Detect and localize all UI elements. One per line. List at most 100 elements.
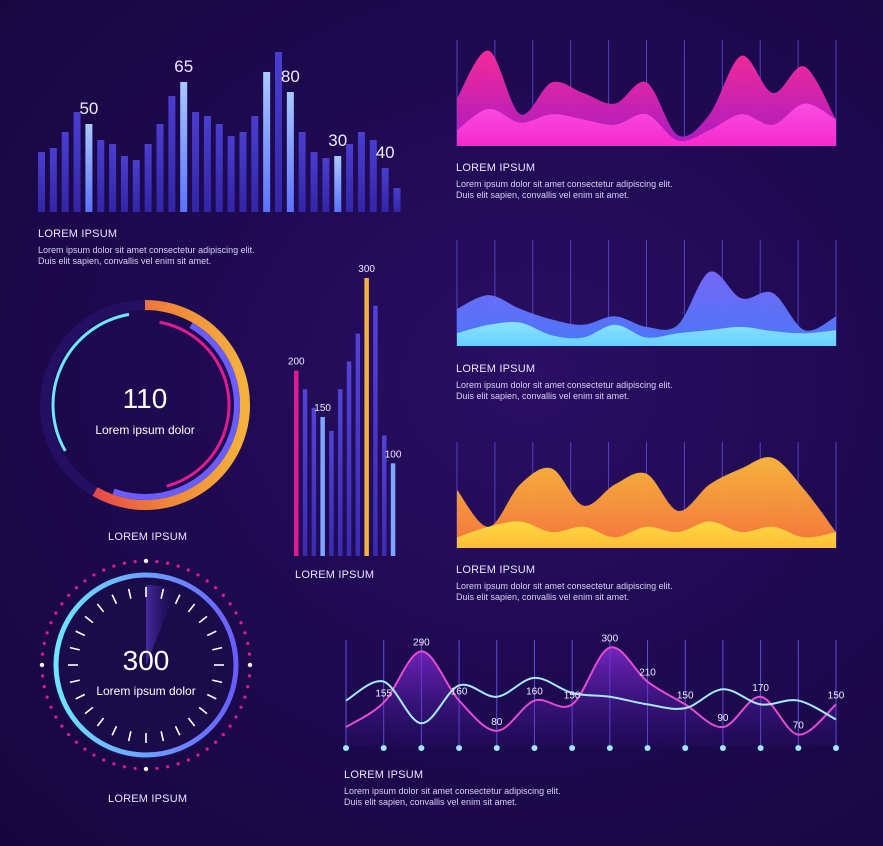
- chart-title: LOREM IPSUM: [456, 363, 536, 375]
- dial-gauge: 300 Lorem ipsum dolor LOREM IPSUM: [39, 558, 260, 815]
- bar: [73, 112, 81, 212]
- area-chart-blue: LOREM IPSUM Lorem ipsum dolor sit amet c…: [450, 230, 850, 410]
- bar: [346, 361, 352, 556]
- bar: [49, 148, 57, 212]
- data-label: 300: [602, 634, 619, 645]
- dial-outer-dot: [83, 747, 87, 751]
- dial-outer-dot: [60, 602, 64, 606]
- bar: [322, 158, 330, 212]
- dial-outer-dot: [186, 568, 190, 572]
- bar: [156, 124, 164, 212]
- ring-gauge: 110 Lorem ipsum dolor LOREM IPSUM: [40, 295, 260, 555]
- area-chart-gold-svg: [456, 442, 837, 548]
- data-label: 200: [288, 357, 305, 368]
- data-label: 65: [174, 57, 193, 76]
- dial-outer-dot: [102, 568, 106, 572]
- dial-outer-dot: [112, 762, 116, 766]
- dial-outer-dot: [155, 766, 159, 771]
- dial-outer-dot: [239, 705, 243, 709]
- area-chart-magenta: LOREM IPSUM Lorem ipsum dolor sit amet c…: [450, 30, 850, 210]
- dial-outer-dot: [133, 766, 137, 771]
- chart-description-line-2: Duis elit sapien, convallis vel enim sit…: [344, 797, 518, 807]
- bar: [168, 96, 176, 212]
- bar: [192, 112, 200, 212]
- dial-outer-dot: [239, 621, 243, 625]
- area-chart-gold: LOREM IPSUM Lorem ipsum dolor sit amet c…: [450, 432, 850, 612]
- dial-outer-dot: [83, 579, 87, 583]
- dial-cardinal-dot: [143, 766, 149, 772]
- bar: [320, 417, 325, 556]
- dial-outer-dot: [228, 602, 232, 606]
- dial-outer-dot: [40, 652, 45, 656]
- dial-outer-dot: [247, 674, 252, 678]
- bar: [251, 116, 259, 212]
- data-label: 150: [828, 690, 845, 701]
- dial-outer-dot: [92, 753, 96, 757]
- data-label: 80: [281, 67, 300, 86]
- dial-outer-dot: [196, 753, 200, 757]
- bar: [286, 92, 294, 212]
- chart-title: LOREM IPSUM: [456, 564, 536, 576]
- bar: [355, 333, 361, 556]
- dial-outer-dot: [166, 561, 170, 565]
- bottom-line-chart-svg: 155 290 160 80 160 150 300 210 150 90 170 70 150: [343, 634, 845, 751]
- data-label: 160: [526, 687, 543, 698]
- bar: [85, 124, 93, 212]
- gauge-caption: Lorem ipsum dolor: [96, 684, 196, 698]
- dial-outer-dot: [234, 611, 238, 615]
- dial-outer-dot: [74, 740, 79, 744]
- chart-description-line-1: Lorem ipsum dolor sit amet consectetur a…: [456, 179, 673, 189]
- dial-outer-dot: [60, 724, 64, 728]
- bottom-line-chart: 155 290 160 80 160 150 300 210 150 90 170 70 150 LOR…: [330, 630, 850, 820]
- data-label: 160: [451, 687, 468, 698]
- dial-outer-dot: [92, 573, 96, 577]
- dial-outer-dot: [196, 573, 200, 577]
- dial-outer-dot: [246, 685, 250, 689]
- dial-outer-dot: [102, 758, 106, 762]
- gauge-value: 300: [122, 645, 170, 676]
- data-label: 210: [639, 668, 656, 679]
- bar: [97, 140, 105, 212]
- data-label: 70: [793, 721, 805, 732]
- dial-outer-dot: [54, 715, 58, 719]
- middle-bar-chart: 200 150 300 100 LOREM IPSUM: [280, 260, 430, 590]
- bar: [357, 132, 365, 212]
- chart-title: LOREM IPSUM: [456, 162, 536, 174]
- gauge-title: LOREM IPSUM: [108, 793, 188, 805]
- bar: [373, 305, 378, 556]
- gauge-title: LOREM IPSUM: [108, 531, 188, 543]
- data-label: 80: [491, 717, 503, 728]
- top-bar-chart: 50 65 80 30 40 LOREM IPSUM Lorem ipsum dolor…: [0, 0, 430, 280]
- chart-description-line-2: Duis elit sapien, convallis vel enim sit…: [456, 592, 630, 602]
- bar: [338, 389, 343, 556]
- dial-outer-dot: [176, 564, 180, 568]
- middle-bar-chart-svg: 200 150 300 100: [288, 264, 402, 556]
- gauge-caption: Lorem ipsum dolor: [95, 423, 195, 437]
- dial-outer-dot: [247, 652, 252, 656]
- bar: [215, 124, 223, 212]
- dial-outer-dot: [186, 758, 190, 762]
- chart-description-line-1: Lorem ipsum dolor sit amet consectetur a…: [456, 581, 673, 591]
- dial-outer-dot: [243, 631, 247, 635]
- bar: [364, 278, 369, 556]
- bar: [109, 144, 117, 212]
- dial-outer-dot: [49, 621, 53, 625]
- chart-title: LOREM IPSUM: [344, 769, 424, 781]
- bar: [132, 160, 140, 212]
- dial-outer-dot: [221, 732, 225, 737]
- bar: [263, 72, 271, 212]
- dial-outer-dot: [40, 674, 45, 678]
- dial-cardinal-dot: [143, 558, 149, 564]
- bar: [38, 152, 45, 212]
- data-label: 150: [677, 690, 694, 701]
- dial-outer-dot: [67, 593, 71, 598]
- bar: [180, 82, 188, 212]
- dial-outer-dot: [205, 579, 209, 583]
- area-chart-magenta-svg: [456, 40, 837, 146]
- data-label: 290: [413, 637, 430, 648]
- data-label: 90: [717, 713, 729, 724]
- bar: [294, 370, 299, 556]
- bar: [227, 136, 235, 212]
- dial-cardinal-dot: [247, 662, 253, 668]
- chart-title: LOREM IPSUM: [38, 228, 118, 240]
